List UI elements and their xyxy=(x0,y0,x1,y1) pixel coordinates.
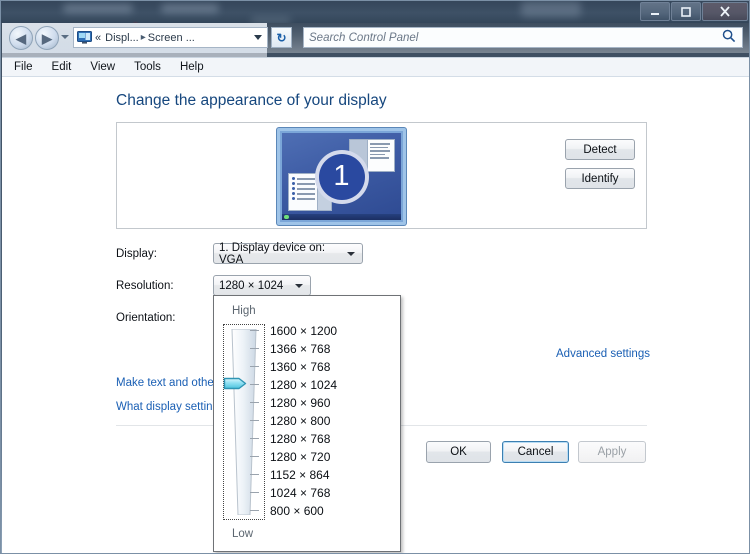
window-controls xyxy=(639,2,748,21)
resolution-option[interactable]: 1360 × 768 xyxy=(270,360,330,374)
menu-bar: File Edit View Tools Help xyxy=(2,57,749,77)
address-breadcrumb-bar[interactable]: « Displ... ▸ Screen ... xyxy=(73,27,268,48)
recent-pages-chevron-down-icon[interactable] xyxy=(61,35,69,39)
back-button[interactable]: ◀ xyxy=(9,26,33,50)
menu-item-tools[interactable]: Tools xyxy=(134,61,161,73)
chevron-down-icon xyxy=(295,283,303,288)
refresh-button[interactable]: ↻ xyxy=(271,27,292,48)
display-icon xyxy=(77,31,92,44)
resolution-option[interactable]: 1152 × 864 xyxy=(270,468,330,482)
breadcrumb-overflow[interactable]: « xyxy=(95,32,101,44)
make-text-larger-link[interactable]: Make text and other xyxy=(116,377,218,389)
apply-button: Apply xyxy=(578,441,646,463)
menu-item-help[interactable]: Help xyxy=(180,61,204,73)
start-orb-icon xyxy=(284,215,289,219)
slider-tick xyxy=(250,420,259,421)
slider-low-label: Low xyxy=(232,528,254,540)
title-bar xyxy=(1,1,749,23)
slider-tick xyxy=(250,474,259,475)
resolution-option[interactable]: 1024 × 768 xyxy=(270,486,330,500)
resolution-option[interactable]: 1280 × 720 xyxy=(270,450,330,464)
monitor-preview-1[interactable]: 1 xyxy=(277,128,406,225)
menu-item-view[interactable]: View xyxy=(90,61,115,73)
monitor-screen: 1 xyxy=(282,133,401,220)
forward-button[interactable]: ▶ xyxy=(35,26,59,50)
what-display-settings-link[interactable]: What display setting xyxy=(116,401,219,413)
search-box[interactable]: Search Control Panel xyxy=(303,27,743,48)
resolution-option[interactable]: 1366 × 768 xyxy=(270,342,330,356)
slider-tick xyxy=(250,492,259,493)
apply-button-label: Apply xyxy=(597,446,627,458)
chevron-down-icon xyxy=(347,251,355,256)
resolution-value: 1280 × 1024 xyxy=(219,279,284,292)
breadcrumb-separator-icon: ▸ xyxy=(140,32,146,43)
slider-tick xyxy=(250,348,259,349)
resolution-option-selected[interactable]: 1280 × 1024 xyxy=(270,378,337,392)
titlebar-blur-decoration xyxy=(161,4,219,13)
resolution-slider-track[interactable] xyxy=(231,329,257,515)
resolution-slider-thumb[interactable] xyxy=(223,377,247,390)
orientation-field-label: Orientation: xyxy=(116,312,176,324)
content-area: Change the appearance of your display 1 … xyxy=(2,77,749,553)
resolution-field-label: Resolution: xyxy=(116,280,174,292)
ok-button-label: OK xyxy=(450,446,467,458)
titlebar-blur-decoration xyxy=(63,4,133,13)
cancel-button[interactable]: Cancel xyxy=(502,441,569,463)
maximize-icon[interactable] xyxy=(671,2,701,21)
resolution-option[interactable]: 1280 × 768 xyxy=(270,432,330,446)
address-chevron-down-icon[interactable] xyxy=(254,35,262,40)
search-input[interactable]: Search Control Panel xyxy=(304,32,722,44)
forward-arrow-icon: ▶ xyxy=(42,30,52,46)
detect-button-label: Detect xyxy=(583,143,617,156)
monitor-number-badge: 1 xyxy=(314,149,369,204)
minimize-icon[interactable] xyxy=(640,2,670,21)
refresh-icon: ↻ xyxy=(276,30,287,45)
close-icon[interactable] xyxy=(702,2,748,21)
slider-tick xyxy=(250,438,259,439)
breadcrumb-segment-screen[interactable]: Screen ... xyxy=(148,32,195,44)
window-thumbnail-lines xyxy=(368,140,394,171)
display-field-label: Display: xyxy=(116,248,157,260)
slider-tick xyxy=(250,402,259,403)
breadcrumb-segment-display[interactable]: Displ... xyxy=(105,32,139,44)
cancel-button-label: Cancel xyxy=(517,446,554,458)
display-device-value: 1. Display device on: VGA xyxy=(219,241,326,266)
search-icon xyxy=(722,29,736,46)
slider-tick xyxy=(250,366,259,367)
screen-resolution-window: ◀ ▶ « Displ... ▸ Screen ... ↻ Search Con… xyxy=(0,0,750,554)
page-title: Change the appearance of your display xyxy=(116,92,387,109)
back-arrow-icon: ◀ xyxy=(16,30,26,46)
identify-button-label: Identify xyxy=(581,172,619,185)
detect-button[interactable]: Detect xyxy=(565,139,635,160)
identify-button[interactable]: Identify xyxy=(565,168,635,189)
resolution-option[interactable]: 1600 × 1200 xyxy=(270,324,337,338)
resolution-option[interactable]: 800 × 600 xyxy=(270,504,324,518)
resolution-option[interactable]: 1280 × 960 xyxy=(270,396,330,410)
slider-tick xyxy=(250,330,259,331)
start-menu-items xyxy=(289,174,317,210)
resolution-slider-popup: High Low 1600 × 1200 1366 × 768 1360 × 7… xyxy=(213,295,401,552)
slider-tick xyxy=(250,456,259,457)
menu-item-edit[interactable]: Edit xyxy=(52,61,72,73)
advanced-settings-link[interactable]: Advanced settings xyxy=(556,348,650,360)
taskbar-thumbnail xyxy=(282,214,401,220)
display-device-dropdown[interactable]: 1. Display device on: VGA xyxy=(213,241,363,266)
slider-tick xyxy=(250,384,259,385)
resolution-option[interactable]: 1280 × 800 xyxy=(270,414,330,428)
slider-tick xyxy=(250,510,259,511)
ok-button[interactable]: OK xyxy=(426,441,491,463)
slider-high-label: High xyxy=(232,305,256,317)
titlebar-blur-decoration xyxy=(521,1,581,17)
menu-item-file[interactable]: File xyxy=(14,61,33,73)
resolution-dropdown[interactable]: 1280 × 1024 xyxy=(213,275,311,296)
